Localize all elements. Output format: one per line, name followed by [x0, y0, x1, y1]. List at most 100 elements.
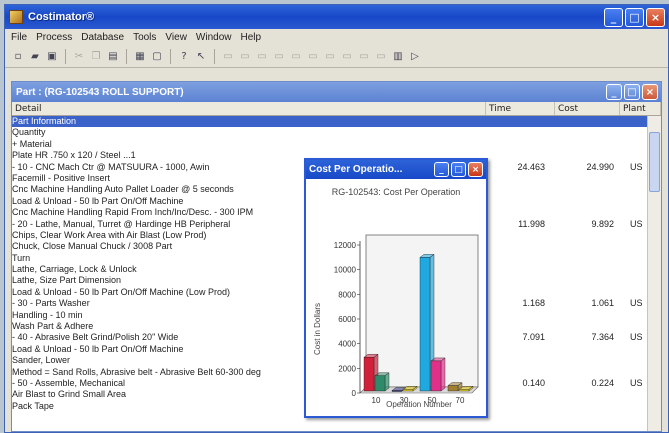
cell-cost [555, 196, 620, 207]
cell-time [486, 150, 555, 161]
cell-time [486, 241, 555, 252]
cell-cost [555, 230, 620, 241]
y-tick-label: 10000 [334, 266, 357, 275]
dim2-icon[interactable]: ▭ [238, 50, 252, 64]
cell-time: 24.463 [517, 161, 545, 172]
cell-cost [555, 389, 620, 400]
bar-10 [363, 357, 375, 392]
cell-detail: Quantity [12, 127, 46, 138]
cell-detail: + Material [12, 138, 52, 149]
scrollbar-thumb[interactable] [649, 132, 660, 192]
cut-icon[interactable]: ✂ [72, 50, 86, 64]
cell-cost [555, 264, 620, 275]
table-row[interactable]: + Material [12, 139, 661, 150]
close-button[interactable]: × [646, 7, 665, 27]
chart-popup-title-bar[interactable]: Cost Per Operatio... _ □ × [306, 160, 486, 179]
cell-cost [555, 287, 620, 298]
menu-database[interactable]: Database [81, 32, 124, 43]
dim10-icon[interactable]: ▭ [374, 50, 388, 64]
save-icon[interactable]: ▣ [45, 50, 59, 64]
maximize-button[interactable]: □ [625, 7, 644, 27]
x-tick-label: 10 [372, 396, 381, 405]
cost-chart: RG-102543: Cost Per Operation Cost in Do… [313, 187, 479, 409]
menu-process[interactable]: Process [36, 32, 72, 43]
cell-time [486, 173, 555, 184]
window-title: Costimator® [28, 11, 95, 23]
y-tick-label: 4000 [338, 340, 356, 349]
dim1-icon[interactable]: ▭ [221, 50, 235, 64]
cell-cost: 9.892 [591, 218, 614, 229]
cell-time [486, 355, 555, 366]
column-cost[interactable]: Cost [555, 102, 620, 115]
chart-popup-title: Cost Per Operatio... [309, 164, 403, 175]
bar-10 [374, 375, 386, 392]
printer-icon[interactable]: ▥ [391, 50, 405, 64]
cell-cost [555, 150, 620, 161]
part-window-title-bar[interactable]: Part : (RG-102543 ROLL SUPPORT) _ □ × [12, 82, 661, 102]
dim9-icon[interactable]: ▭ [357, 50, 371, 64]
cell-time [486, 184, 555, 195]
preview-icon[interactable]: ▢ [150, 50, 164, 64]
title-bar[interactable]: Costimator® _ □ × [5, 5, 668, 29]
print-icon[interactable]: ▦ [133, 50, 147, 64]
copy-icon[interactable]: ❐ [89, 50, 103, 64]
column-detail[interactable]: Detail [12, 102, 486, 115]
vertical-scrollbar[interactable] [647, 116, 661, 431]
dim4-icon[interactable]: ▭ [272, 50, 286, 64]
chart-popup-window: Cost Per Operatio... _ □ × RG-102543: Co… [304, 158, 488, 418]
toolbar-separator [214, 49, 215, 64]
bar-70 [458, 389, 470, 392]
cell-time [486, 367, 555, 378]
bar-50 [430, 360, 442, 392]
column-plant[interactable]: Plant [620, 102, 661, 115]
menu-bar: File Process Database Tools View Window … [5, 29, 668, 46]
cell-time [486, 207, 555, 218]
cell-time [486, 253, 555, 264]
dim5-icon[interactable]: ▭ [289, 50, 303, 64]
menu-window[interactable]: Window [196, 32, 232, 43]
paste-icon[interactable]: ▤ [106, 50, 120, 64]
column-time[interactable]: Time [486, 102, 555, 115]
part-minimize-button[interactable]: _ [606, 84, 622, 100]
cell-detail: Part Information [12, 116, 77, 126]
cell-time: 0.140 [522, 377, 545, 388]
bar-30 [391, 390, 403, 392]
popup-minimize-button[interactable]: _ [434, 162, 449, 177]
new-icon[interactable]: ▫ [11, 50, 25, 64]
toolbar-separator [170, 49, 171, 64]
cell-cost [555, 321, 620, 332]
table-row[interactable]: Quantity [12, 127, 661, 138]
cell-cost [555, 310, 620, 321]
help-icon[interactable]: ? [177, 50, 191, 64]
popup-close-button[interactable]: × [468, 162, 483, 177]
dim7-icon[interactable]: ▭ [323, 50, 337, 64]
column-header: Detail Time Cost Plant [12, 102, 661, 116]
part-close-button[interactable]: × [642, 84, 658, 100]
part-maximize-button[interactable]: □ [624, 84, 640, 100]
toolbar-separator [126, 49, 127, 64]
whats-this-icon[interactable]: ↖ [194, 50, 208, 64]
app-icon [9, 10, 23, 24]
y-tick-label: 12000 [334, 241, 357, 250]
menu-tools[interactable]: Tools [133, 32, 156, 43]
cell-time: 7.091 [522, 332, 545, 343]
menu-help[interactable]: Help [241, 32, 262, 43]
cell-cost [555, 173, 620, 184]
dim6-icon[interactable]: ▭ [306, 50, 320, 64]
minimize-button[interactable]: _ [604, 7, 623, 27]
menu-file[interactable]: File [11, 32, 27, 43]
popup-maximize-button[interactable]: □ [451, 162, 466, 177]
open-icon[interactable]: ▰ [28, 50, 42, 64]
menu-view[interactable]: View [165, 32, 187, 43]
cell-time [486, 264, 555, 275]
dim8-icon[interactable]: ▭ [340, 50, 354, 64]
part-window-title: Part : (RG-102543 ROLL SUPPORT) [16, 86, 184, 98]
x-tick-label: 30 [400, 396, 409, 405]
cell-time [486, 275, 555, 286]
chart-x-axis-label: Operation Number [386, 400, 452, 409]
run-icon[interactable]: ▷ [408, 50, 422, 64]
cell-time: 11.998 [518, 218, 545, 229]
y-tick-label: 0 [352, 389, 357, 398]
table-row[interactable]: Part Information [12, 116, 661, 128]
dim3-icon[interactable]: ▭ [255, 50, 269, 64]
